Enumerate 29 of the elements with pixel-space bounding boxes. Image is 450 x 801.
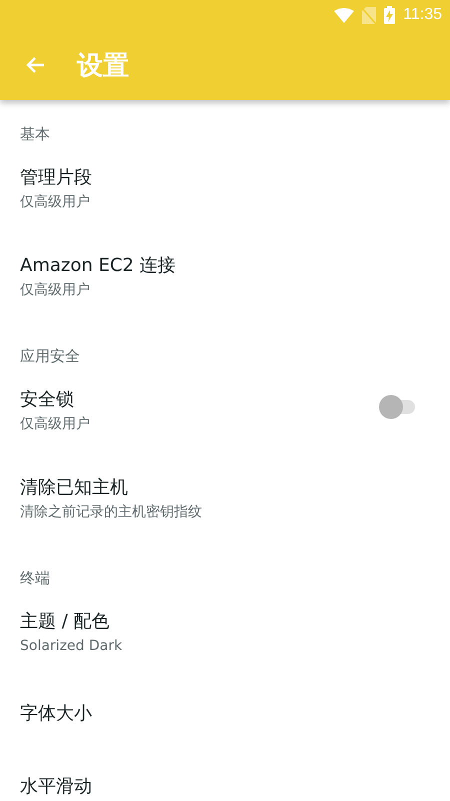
- toggle-switch[interactable]: [379, 395, 415, 419]
- item-subtitle: 清除之前记录的主机密钥指纹: [20, 503, 202, 521]
- settings-item[interactable]: 主题 / 配色 Solarized Dark: [0, 590, 450, 678]
- settings-item[interactable]: 字体大小: [0, 678, 450, 751]
- no-sim-icon: [362, 6, 376, 24]
- section-header: 终端: [20, 569, 50, 587]
- status-time: 11:35: [403, 6, 442, 24]
- item-title: 管理片段: [20, 166, 92, 190]
- item-title: 主题 / 配色: [20, 610, 111, 634]
- settings-item[interactable]: 清除已知主机 清除之前记录的主机密钥指纹: [0, 456, 450, 544]
- item-title: 水平滑动: [20, 775, 92, 799]
- settings-item[interactable]: Amazon EC2 连接 仅高级用户: [0, 234, 450, 322]
- item-subtitle: 仅高级用户: [20, 193, 91, 211]
- item-title: 字体大小: [20, 702, 92, 726]
- screen-title: 设置: [77, 50, 129, 82]
- settings-item[interactable]: 水平滑动: [0, 751, 450, 801]
- settings-item[interactable]: 管理片段 仅高级用户: [0, 146, 450, 234]
- item-subtitle: Solarized Dark: [20, 637, 122, 655]
- wifi-icon: [334, 8, 354, 22]
- item-title: 安全锁: [20, 388, 75, 412]
- section-header: 应用安全: [20, 347, 80, 365]
- item-title: 清除已知主机: [20, 476, 129, 500]
- item-subtitle: 仅高级用户: [20, 281, 91, 299]
- back-arrow-icon[interactable]: [25, 56, 45, 74]
- item-title: Amazon EC2 连接: [20, 254, 176, 278]
- battery-charging-icon: [384, 6, 396, 24]
- item-subtitle: 仅高级用户: [20, 415, 90, 433]
- settings-item[interactable]: 安全锁 仅高级用户: [0, 368, 450, 456]
- section-header: 基本: [20, 125, 50, 143]
